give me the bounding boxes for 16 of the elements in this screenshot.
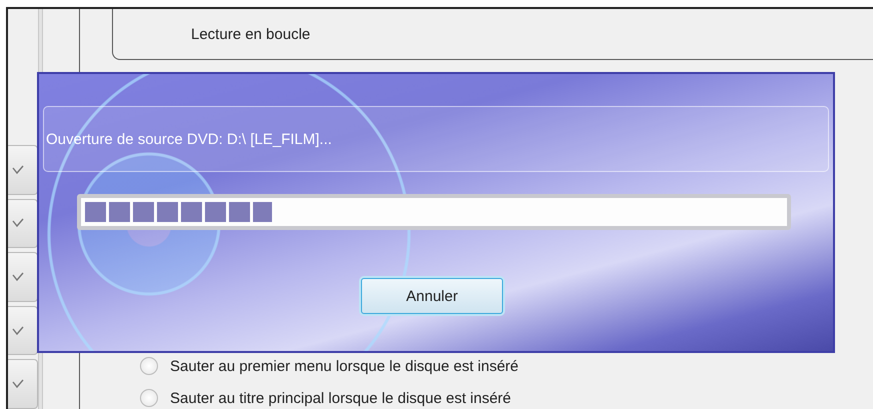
side-tab[interactable]: [8, 145, 38, 195]
status-message: Ouverture de source DVD: D:\ [LE_FILM]...: [45, 130, 332, 148]
side-tab[interactable]: [8, 252, 38, 302]
side-tab[interactable]: [8, 306, 38, 356]
checkmark-icon: [12, 272, 24, 282]
checkmark-icon: [12, 218, 24, 228]
side-tab[interactable]: [8, 198, 38, 248]
radio-button[interactable]: [140, 357, 158, 375]
checkmark-icon: [12, 379, 24, 390]
cancel-button[interactable]: Annuler: [361, 278, 503, 314]
checkmark-icon: [12, 326, 24, 336]
radio-button[interactable]: [140, 389, 158, 407]
radio-label: Sauter au premier menu lorsque le disque est inséré: [170, 358, 519, 374]
option-label: Lecture en boucle: [191, 26, 310, 42]
checkmark-icon: [12, 164, 24, 175]
radio-label: Sauter au titre principal lorsque le disque est inséré: [170, 390, 512, 406]
